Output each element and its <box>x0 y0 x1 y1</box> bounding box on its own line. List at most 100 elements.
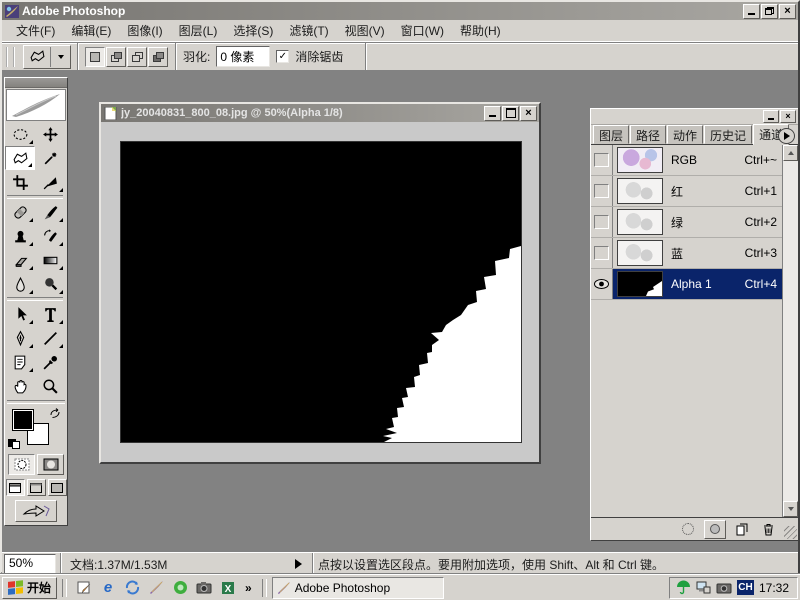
internet-explorer-icon[interactable]: e <box>99 579 117 597</box>
subtract-selection-button[interactable] <box>127 47 147 67</box>
move-tool[interactable] <box>35 122 65 146</box>
gradient-tool[interactable] <box>35 248 65 272</box>
notes-tool[interactable] <box>5 350 35 374</box>
feather-input[interactable]: 0 像素 <box>216 46 270 67</box>
new-channel-button[interactable] <box>732 521 752 538</box>
tab-layers[interactable]: 图层 <box>593 125 629 144</box>
type-tool[interactable] <box>35 302 65 326</box>
palette-minimize-button[interactable] <box>763 110 779 123</box>
menu-edit[interactable]: 编辑(E) <box>63 20 119 41</box>
menu-filter[interactable]: 滤镜(T) <box>281 20 336 41</box>
canvas-alpha-channel[interactable] <box>120 141 522 443</box>
channel-row-blue[interactable]: 蓝Ctrl+3 <box>591 238 783 269</box>
magic-wand-tool[interactable] <box>35 146 65 170</box>
doc-maximize-button[interactable] <box>502 106 519 121</box>
acdsee-icon[interactable] <box>171 579 189 597</box>
minimize-button[interactable] <box>743 4 760 19</box>
tool-preset-dropdown[interactable] <box>51 55 70 59</box>
status-popup-arrow-icon[interactable] <box>295 559 302 569</box>
tool-preset-button[interactable] <box>23 45 71 69</box>
visibility-toggle[interactable] <box>591 145 613 175</box>
quick-mask-mode-button[interactable] <box>37 454 64 475</box>
swap-colors-icon[interactable] <box>49 408 61 419</box>
menu-window[interactable]: 窗口(W) <box>393 20 452 41</box>
polygonal-lasso-tool[interactable] <box>5 146 35 170</box>
clone-stamp-tool[interactable] <box>5 224 35 248</box>
delete-channel-button[interactable] <box>758 521 778 538</box>
hand-tool[interactable] <box>5 374 35 398</box>
eyedropper-tool[interactable] <box>35 350 65 374</box>
scroll-down-button[interactable] <box>783 501 798 517</box>
menu-image[interactable]: 图像(I) <box>119 20 170 41</box>
ellipse-marquee-tool[interactable] <box>5 122 35 146</box>
menu-select[interactable]: 选择(S) <box>225 20 281 41</box>
outlook-express-icon[interactable] <box>123 579 141 597</box>
tray-camera-icon[interactable] <box>716 582 732 594</box>
scroll-up-button[interactable] <box>783 145 798 161</box>
brush-tool[interactable] <box>35 200 65 224</box>
doc-minimize-button[interactable] <box>484 106 501 121</box>
photoshop-feather-logo[interactable] <box>6 89 66 121</box>
visibility-toggle[interactable] <box>591 207 613 237</box>
zoom-level-input[interactable]: 50% <box>4 554 56 574</box>
eraser-tool[interactable] <box>5 248 35 272</box>
channel-row-rgb[interactable]: RGBCtrl+~ <box>591 145 783 176</box>
visibility-toggle[interactable] <box>591 269 613 299</box>
slice-tool[interactable] <box>35 170 65 194</box>
save-selection-button[interactable] <box>704 520 726 539</box>
healing-brush-tool[interactable] <box>5 200 35 224</box>
pen-tool[interactable] <box>5 326 35 350</box>
resize-grip[interactable] <box>784 526 797 539</box>
new-selection-button[interactable] <box>85 47 105 67</box>
intersect-selection-button[interactable] <box>148 47 168 67</box>
palette-titlebar[interactable]: × <box>591 109 798 125</box>
start-button[interactable]: 开始 <box>2 577 57 599</box>
foreground-color-swatch[interactable] <box>12 409 34 431</box>
standard-mode-button[interactable] <box>8 454 35 475</box>
channel-row-alpha1[interactable]: Alpha 1Ctrl+4 <box>591 269 783 300</box>
fullscreen-button[interactable] <box>48 479 67 496</box>
load-selection-button[interactable] <box>678 521 698 538</box>
tab-actions[interactable]: 动作 <box>667 125 703 144</box>
zoom-tool[interactable] <box>35 374 65 398</box>
tab-paths[interactable]: 路径 <box>630 125 666 144</box>
crop-tool[interactable] <box>5 170 35 194</box>
antialias-checkbox[interactable]: ✓ <box>276 50 289 63</box>
ime-indicator[interactable]: CH <box>737 580 754 595</box>
photoshop-task-button[interactable]: Adobe Photoshop <box>272 577 444 599</box>
quicklaunch-overflow-button[interactable]: » <box>243 581 254 595</box>
jump-to-imageready-button[interactable] <box>15 500 57 522</box>
history-brush-tool[interactable] <box>35 224 65 248</box>
add-selection-button[interactable] <box>106 47 126 67</box>
camera-utility-icon[interactable] <box>195 579 213 597</box>
visibility-toggle[interactable] <box>591 176 613 206</box>
channel-row-red[interactable]: 红Ctrl+1 <box>591 176 783 207</box>
menu-layer[interactable]: 图层(L) <box>171 20 226 41</box>
default-colors-icon[interactable] <box>8 439 20 449</box>
path-selection-tool[interactable] <box>5 302 35 326</box>
app-titlebar[interactable]: Adobe Photoshop × <box>2 2 798 20</box>
palette-scrollbar[interactable] <box>782 145 798 517</box>
show-desktop-icon[interactable] <box>75 579 93 597</box>
dodge-tool[interactable] <box>35 272 65 296</box>
close-button[interactable]: × <box>779 4 796 19</box>
menu-file[interactable]: 文件(F) <box>8 20 63 41</box>
document-size-info[interactable]: 文档:1.37M/1.53M <box>66 556 285 573</box>
menu-help[interactable]: 帮助(H) <box>452 20 509 41</box>
antivirus-umbrella-icon[interactable] <box>676 580 691 595</box>
doc-close-button[interactable]: × <box>520 106 537 121</box>
network-computer-icon[interactable] <box>696 581 711 594</box>
clock[interactable]: 17:32 <box>759 581 789 595</box>
channel-row-green[interactable]: 绿Ctrl+2 <box>591 207 783 238</box>
visibility-toggle[interactable] <box>591 238 613 268</box>
standard-screen-button[interactable] <box>6 479 25 496</box>
blur-tool[interactable] <box>5 272 35 296</box>
tab-history[interactable]: 历史记 <box>704 125 752 144</box>
menu-view[interactable]: 视图(V) <box>337 20 393 41</box>
document-titlebar[interactable]: jy_20040831_800_08.jpg @ 50%(Alpha 1/8) … <box>101 104 539 122</box>
line-tool[interactable] <box>35 326 65 350</box>
palette-close-button[interactable]: × <box>780 110 796 123</box>
toolbox-drag-bar[interactable] <box>5 78 67 88</box>
fullscreen-menubar-button[interactable] <box>27 479 46 496</box>
restore-button[interactable] <box>761 4 778 19</box>
